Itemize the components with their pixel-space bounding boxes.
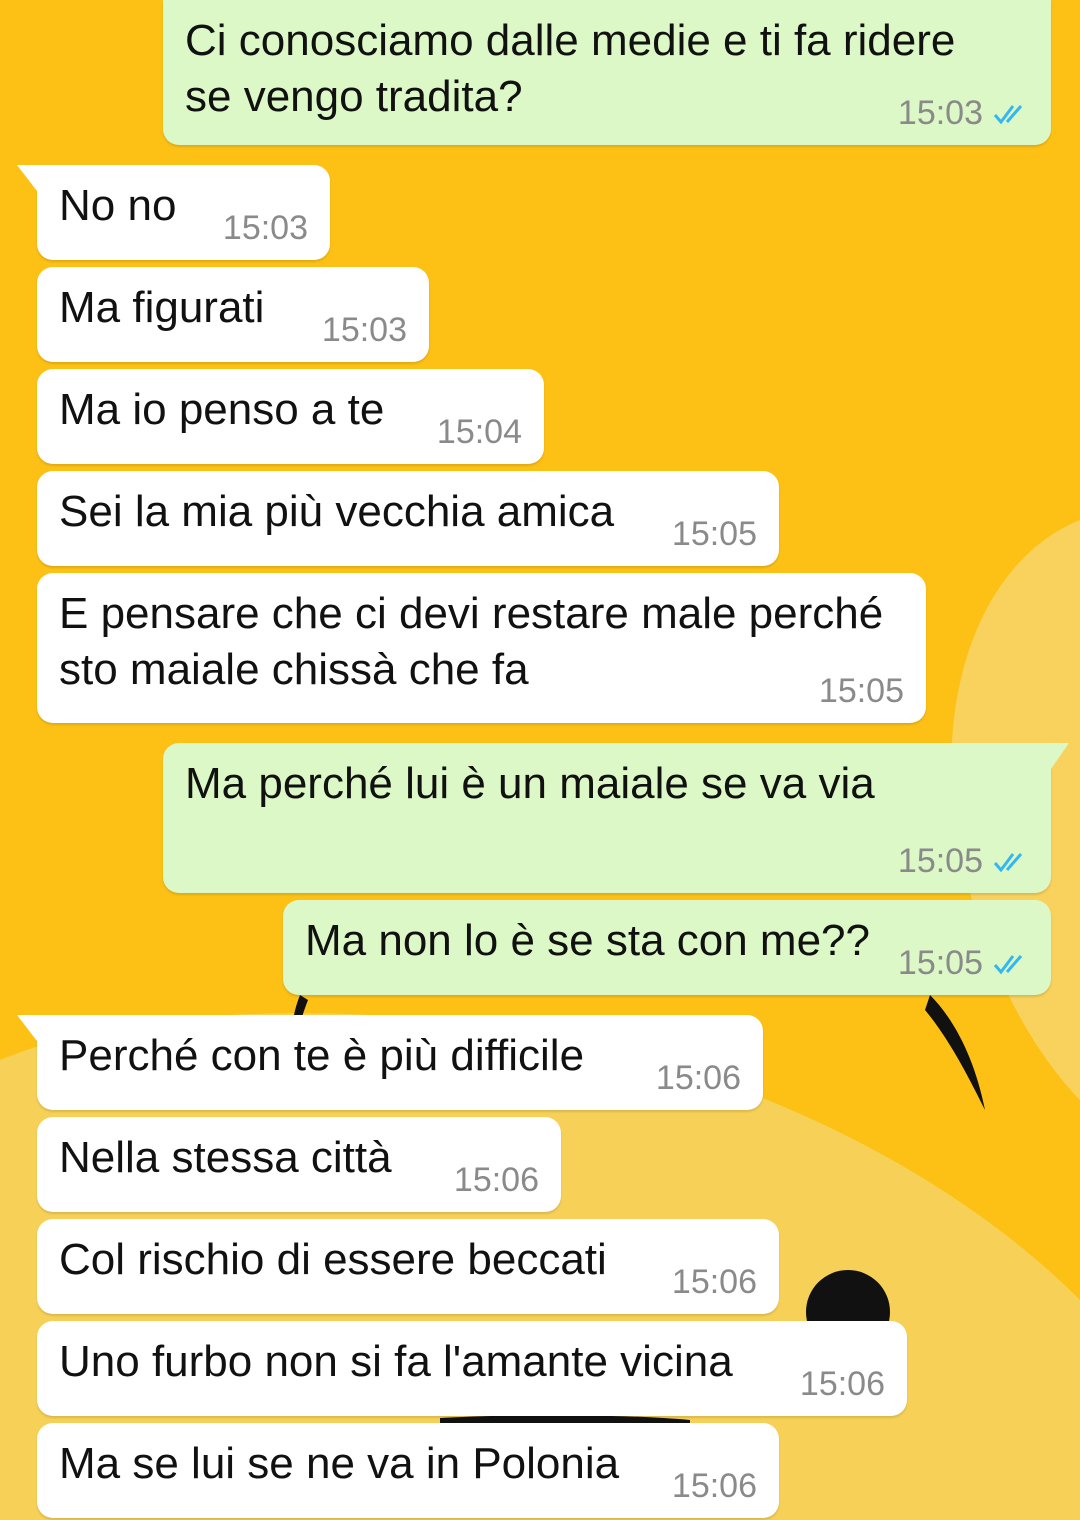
incoming-message[interactable]: E pensare che ci devi restare male perch… [37, 573, 926, 723]
message-time: 15:05 [897, 842, 983, 880]
message-time: 15:03 [222, 209, 308, 247]
message-time: 15:06 [671, 1263, 757, 1301]
outgoing-message[interactable]: Ma perché lui è un maiale se va via 15:0… [163, 743, 1069, 893]
bubble-tail [1051, 743, 1069, 769]
message-time: 15:05 [671, 515, 757, 553]
message-text: E pensare che ci devi restare male perch… [59, 589, 884, 694]
message-text: Ma io penso a te [59, 385, 385, 434]
message-text: Ma non lo è se sta con me?? [305, 916, 870, 965]
message-text: Ci conosciamo dalle medie e ti fa ridere… [185, 16, 956, 121]
bubble-tail [17, 165, 37, 191]
incoming-message[interactable]: Nella stessa città 15:06 [37, 1117, 561, 1212]
bubble-tail [17, 1015, 37, 1041]
message-text: Col rischio di essere beccati [59, 1235, 607, 1284]
message-text: Nella stessa città [59, 1133, 392, 1182]
outgoing-message[interactable]: Ci conosciamo dalle medie e ti fa ridere… [163, 0, 1051, 145]
message-text: Ma figurati [59, 283, 265, 332]
incoming-message[interactable]: Sei la mia più vecchia amica 15:05 [37, 471, 779, 566]
message-time: 15:05 [897, 944, 983, 982]
incoming-message[interactable]: Ma figurati 15:03 [37, 267, 429, 362]
message-text: Uno furbo non si fa l'amante vicina [59, 1337, 733, 1386]
incoming-message[interactable]: No no 15:03 [17, 165, 330, 260]
message-text: Sei la mia più vecchia amica [59, 487, 615, 536]
incoming-message[interactable]: Ma io penso a te 15:04 [37, 369, 544, 464]
message-meta: 15:05 [898, 841, 1029, 881]
message-time: 15:06 [453, 1161, 539, 1199]
message-text: Perché con te è più difficile [59, 1031, 585, 1080]
message-text: Ma se lui se ne va in Polonia [59, 1439, 620, 1488]
message-time: 15:04 [436, 413, 522, 451]
double-check-read-icon [993, 853, 1023, 873]
message-time: 15:06 [655, 1059, 741, 1097]
message-text: Ma perché lui è un maiale se va via [185, 759, 875, 808]
outgoing-message[interactable]: Ma non lo è se sta con me?? 15:05 [283, 900, 1051, 995]
incoming-message[interactable]: Ma se lui se ne va in Polonia 15:06 [37, 1423, 779, 1518]
message-time: 15:06 [799, 1365, 885, 1403]
incoming-message[interactable]: Col rischio di essere beccati 15:06 [37, 1219, 779, 1314]
message-meta: 15:05 [898, 943, 1029, 983]
message-meta: 15:03 [898, 93, 1029, 133]
double-check-read-icon [993, 955, 1023, 975]
message-list[interactable]: Ci conosciamo dalle medie e ti fa ridere… [0, 0, 1080, 1520]
message-time: 15:06 [671, 1467, 757, 1505]
double-check-read-icon [993, 105, 1023, 125]
message-time: 15:03 [321, 311, 407, 349]
incoming-message[interactable]: Perché con te è più difficile 15:06 [17, 1015, 763, 1110]
message-time: 15:05 [818, 672, 904, 710]
message-time: 15:03 [897, 94, 983, 132]
incoming-message[interactable]: Uno furbo non si fa l'amante vicina 15:0… [37, 1321, 907, 1416]
message-text: No no [59, 181, 177, 230]
